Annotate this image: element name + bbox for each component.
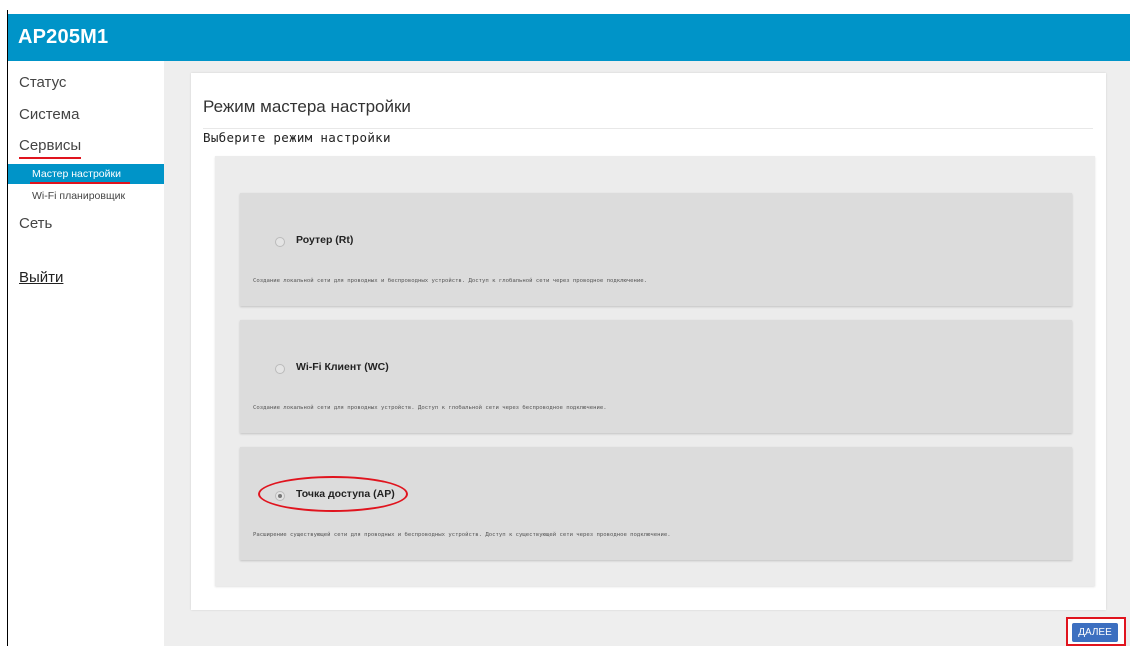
next-button-highlight: ДАЛЕЕ <box>1066 617 1126 646</box>
sidebar-item-network[interactable]: Сеть <box>19 215 52 232</box>
top-header: AP205M1 <box>8 14 1130 61</box>
sidebar-item-wifi-scheduler[interactable]: Wi-Fi планировщик <box>8 186 164 206</box>
app-title: AP205M1 <box>18 26 109 48</box>
logout-link[interactable]: Выйти <box>19 269 63 286</box>
mode-options: Роутер (Rt) Создание локальной сети для … <box>215 156 1095 586</box>
services-highlight-underline <box>19 157 81 159</box>
radio-router[interactable] <box>275 237 285 247</box>
mode-description-router: Создание локальной сети для проводных и … <box>253 278 648 284</box>
wizard-panel: Режим мастера настройки Выберите режим н… <box>191 73 1106 610</box>
selection-highlight-ellipse <box>258 476 408 512</box>
sidebar-item-setup-wizard[interactable]: Мастер настройки <box>8 164 164 184</box>
setup-wizard-highlight-underline <box>30 182 130 184</box>
mode-label-router: Роутер (Rt) <box>296 234 354 246</box>
mode-label-wifi-client: Wi-Fi Клиент (WC) <box>296 361 389 373</box>
mode-description-wifi-client: Создание локальной сети для проводных ус… <box>253 405 607 411</box>
sidebar-item-services[interactable]: Сервисы <box>19 137 81 154</box>
radio-wifi-client[interactable] <box>275 364 285 374</box>
sidebar: Статус Система Сервисы Мастер настройки … <box>8 61 164 646</box>
mode-card-access-point[interactable]: Точка доступа (AP) Расширение существующ… <box>240 447 1072 560</box>
title-divider <box>203 128 1093 129</box>
page-subtitle: Выберите режим настройки <box>203 130 391 145</box>
mode-card-router[interactable]: Роутер (Rt) Создание локальной сети для … <box>240 193 1072 306</box>
main-content: Режим мастера настройки Выберите режим н… <box>164 61 1130 646</box>
next-button[interactable]: ДАЛЕЕ <box>1072 623 1118 642</box>
sidebar-item-status[interactable]: Статус <box>19 74 66 91</box>
mode-description-access-point: Расширение существующей сети для проводн… <box>253 532 671 538</box>
mode-card-wifi-client[interactable]: Wi-Fi Клиент (WC) Создание локальной сет… <box>240 320 1072 433</box>
page-title: Режим мастера настройки <box>203 97 411 116</box>
sidebar-item-system[interactable]: Система <box>19 106 79 123</box>
